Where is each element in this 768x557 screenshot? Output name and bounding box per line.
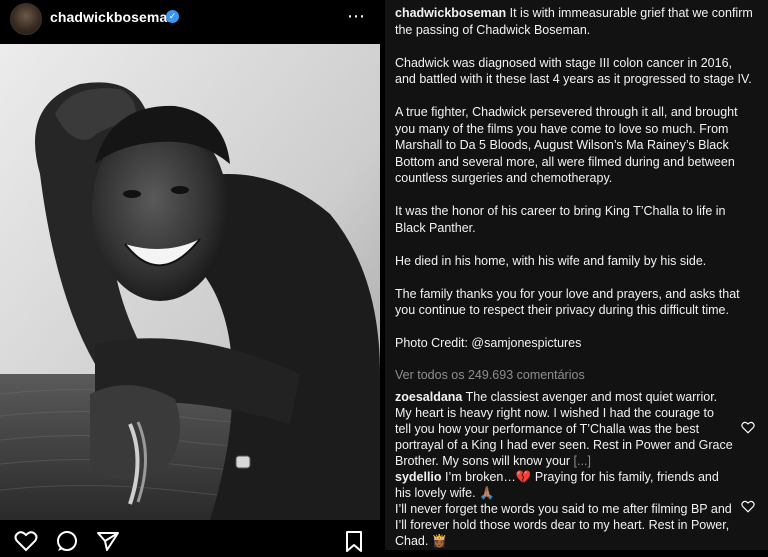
post-photo[interactable] (0, 44, 380, 520)
caption-paragraph: Chadwick was diagnosed with stage III co… (395, 55, 752, 87)
post-comments-column: chadwickboseman It is with immeasurable … (385, 0, 768, 550)
verified-badge-icon: ✓ (166, 10, 179, 23)
caption-paragraph: It was the honor of his career to bring … (395, 204, 726, 235)
caption-paragraph: chadwickboseman It is with immeasurable … (395, 6, 753, 37)
caption-paragraph: A true fighter, Chadwick persevered thro… (395, 105, 738, 185)
heart-icon[interactable] (741, 500, 755, 518)
post-caption: chadwickboseman It is with immeasurable … (395, 5, 755, 368)
post-actions-bar (0, 526, 380, 552)
heart-icon[interactable] (741, 421, 755, 439)
comment-text: I’m broken…💔 Praying for his family, fri… (395, 470, 719, 500)
caption-paragraph: The family thanks you for your love and … (395, 286, 740, 318)
view-all-comments-link[interactable]: Ver todos os 249.693 comentários (395, 368, 585, 382)
comment-more-link[interactable]: [...] (574, 454, 591, 468)
more-options-icon[interactable]: ⋯ (347, 6, 366, 27)
caption-username[interactable]: chadwickboseman (395, 6, 506, 20)
caption-paragraph: He died in his home, with his wife and f… (395, 253, 707, 268)
photo-credit: Photo Credit: @samjonespictures (395, 336, 582, 350)
post-username[interactable]: chadwickboseman (50, 9, 176, 25)
avatar[interactable] (10, 3, 42, 35)
comment-username[interactable]: sydellio (395, 470, 442, 484)
post-media-column: chadwickboseman ✓ ⋯ (0, 0, 380, 552)
portrait-illustration (0, 44, 380, 520)
bookmark-icon[interactable] (344, 530, 364, 557)
heart-icon[interactable] (14, 530, 38, 557)
comment-item: zoesaldana The classiest avenger and mos… (395, 389, 733, 469)
post-header: chadwickboseman ✓ ⋯ (0, 0, 380, 36)
share-icon[interactable] (96, 530, 120, 557)
comment-text-continued: I’ll never forget the words you said to … (395, 502, 732, 548)
comment-username[interactable]: zoesaldana (395, 390, 462, 404)
comment-item: sydellio I’m broken…💔 Praying for his fa… (395, 469, 733, 549)
comment-icon[interactable] (55, 530, 79, 557)
